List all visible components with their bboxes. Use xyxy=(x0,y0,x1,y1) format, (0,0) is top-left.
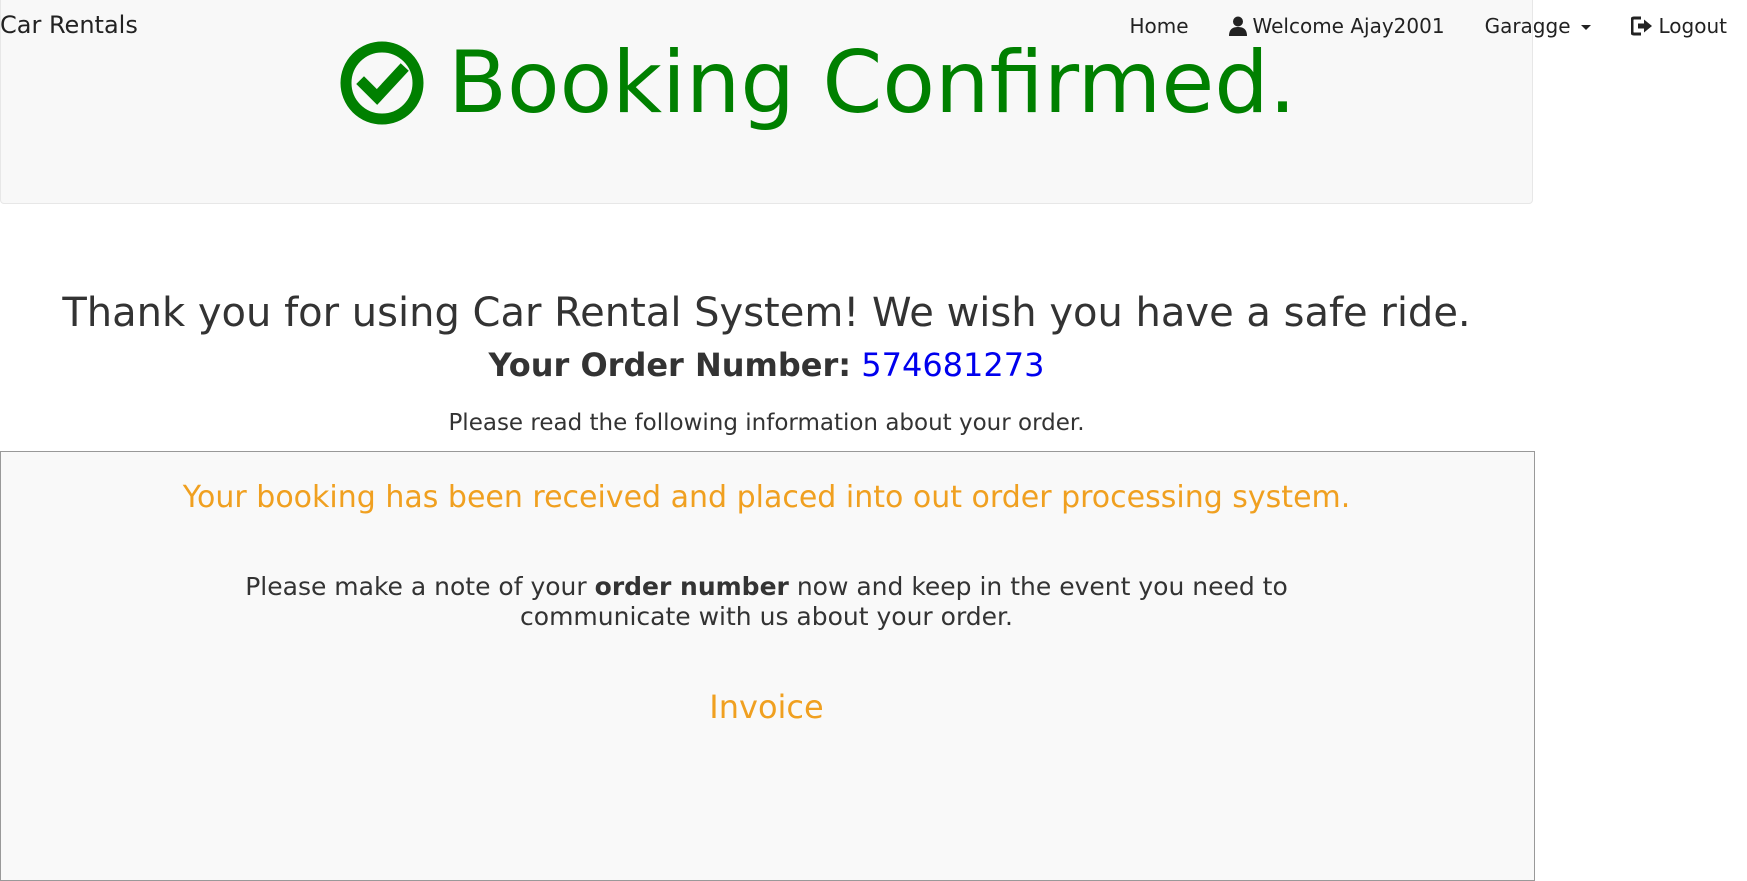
order-info-box xyxy=(0,451,1535,881)
order-note: Please make a note of your order number … xyxy=(190,572,1343,632)
chevron-down-icon xyxy=(1580,24,1591,30)
nav-garage-dropdown[interactable]: Garagge xyxy=(1485,14,1591,38)
order-number-label: Your Order Number: xyxy=(488,346,852,384)
booking-confirmed-heading: Booking Confirmed. xyxy=(340,28,1296,138)
logout-icon xyxy=(1630,16,1653,36)
order-number-line: Your Order Number: 574681273 xyxy=(0,346,1533,384)
booking-received-message: Your booking has been received and place… xyxy=(182,480,1351,515)
note-bold: order number xyxy=(594,572,789,601)
nav-logout-label: Logout xyxy=(1658,14,1727,38)
read-info-text: Please read the following information ab… xyxy=(448,410,1085,436)
navbar-brand[interactable]: Car Rentals xyxy=(0,11,138,39)
nav-logout-link[interactable]: Logout xyxy=(1630,14,1727,38)
nav-garage-label: Garagge xyxy=(1484,14,1571,38)
check-circle-icon xyxy=(340,41,424,125)
order-number-value: 574681273 xyxy=(861,346,1045,384)
invoice-heading: Invoice xyxy=(709,688,824,726)
booking-confirmed-title: Booking Confirmed. xyxy=(448,33,1297,133)
note-prefix: Please make a note of your xyxy=(245,572,587,601)
thank-you-message: Thank you for using Car Rental System! W… xyxy=(62,290,1471,336)
